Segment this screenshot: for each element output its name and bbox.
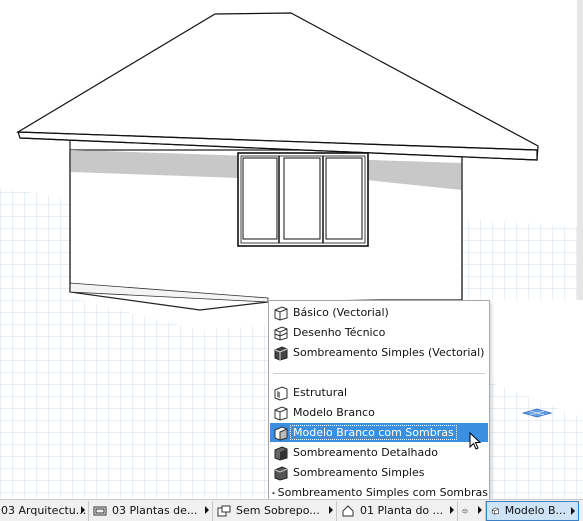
menu-item-label: Modelo Branco	[293, 406, 375, 419]
menu-item-label: Sombreamento Detalhado	[293, 446, 438, 459]
menu-item-label: Sombreamento Simples (Vectorial)	[293, 346, 485, 359]
menu-item-sombreamento-simples[interactable]: Sombreamento Simples	[270, 463, 488, 482]
status-rendering-style[interactable]: Modelo B...	[486, 500, 579, 521]
menu-item-desenho-tecnico[interactable]: Desenho Técnico	[270, 323, 488, 342]
menu-item-estrutural[interactable]: Estrutural	[270, 383, 488, 402]
menu-item-basico-vectorial[interactable]: Básico (Vectorial)	[270, 303, 488, 322]
status-item-label: Sem Sobrepo...	[236, 504, 320, 517]
white-model-icon	[491, 507, 499, 514]
chevron-right-icon	[205, 505, 209, 514]
rendering-style-menu: Básico (Vectorial) Desenho Técnico Sombr…	[268, 300, 490, 505]
house-icon	[342, 504, 354, 516]
chevron-right-icon	[450, 505, 454, 514]
cube-icon	[462, 508, 468, 513]
menu-item-sombreamento-simples-vectorial[interactable]: Sombreamento Simples (Vectorial)	[270, 343, 488, 362]
status-bar: 03 Arquitectu... 03 Plantas de... Sem So…	[0, 499, 583, 521]
white-model-icon	[274, 405, 288, 421]
menu-item-label: Estrutural	[293, 386, 348, 399]
chevron-right-icon	[571, 506, 575, 515]
simple-shading-vector-icon	[274, 345, 288, 361]
menu-item-label: Sombreamento Simples	[293, 466, 425, 479]
status-graphic-override[interactable]: Sem Sobrepo...	[213, 500, 337, 521]
menu-item-label: Modelo Branco com Sombras	[290, 425, 457, 440]
technical-drawing-icon	[274, 325, 288, 341]
status-item-label: 03 Arquitectu...	[1, 504, 87, 517]
menu-item-modelo-branco[interactable]: Modelo Branco	[270, 403, 488, 422]
white-model-shadows-icon	[274, 425, 288, 441]
structural-icon	[274, 385, 288, 401]
status-item-label: 01 Planta do ...	[360, 504, 444, 517]
window	[237, 152, 369, 247]
status-item-label: 03 Plantas de...	[112, 504, 198, 517]
chevron-right-icon	[329, 505, 333, 514]
simple-shading-icon	[274, 465, 288, 481]
menu-item-modelo-branco-com-sombras[interactable]: Modelo Branco com Sombras	[270, 423, 488, 442]
detailed-shading-icon	[274, 445, 288, 461]
status-item-label: Modelo B...	[504, 504, 566, 517]
status-plan-view[interactable]: 03 Plantas de...	[89, 500, 213, 521]
status-renovation-filter[interactable]: 01 Planta do ...	[337, 500, 458, 521]
roof	[16, 12, 539, 161]
chevron-right-icon	[81, 505, 85, 514]
rectangle-icon	[93, 506, 107, 515]
menu-separator	[273, 373, 485, 374]
layer-override-icon	[217, 505, 231, 516]
menu-item-label: Básico (Vectorial)	[293, 306, 389, 319]
menu-item-label: Desenho Técnico	[293, 326, 386, 339]
chevron-right-icon	[478, 505, 482, 514]
basic-vector-icon	[274, 305, 288, 321]
menu-item-label: Sombreamento Simples com Sombras	[277, 486, 488, 499]
menu-item-sombreamento-detalhado[interactable]: Sombreamento Detalhado	[270, 443, 488, 462]
ground-grid-right	[462, 218, 583, 300]
status-3d-view[interactable]	[458, 500, 486, 521]
status-layer-set[interactable]: 03 Arquitectu...	[0, 500, 89, 521]
mouse-cursor-icon	[469, 432, 482, 450]
